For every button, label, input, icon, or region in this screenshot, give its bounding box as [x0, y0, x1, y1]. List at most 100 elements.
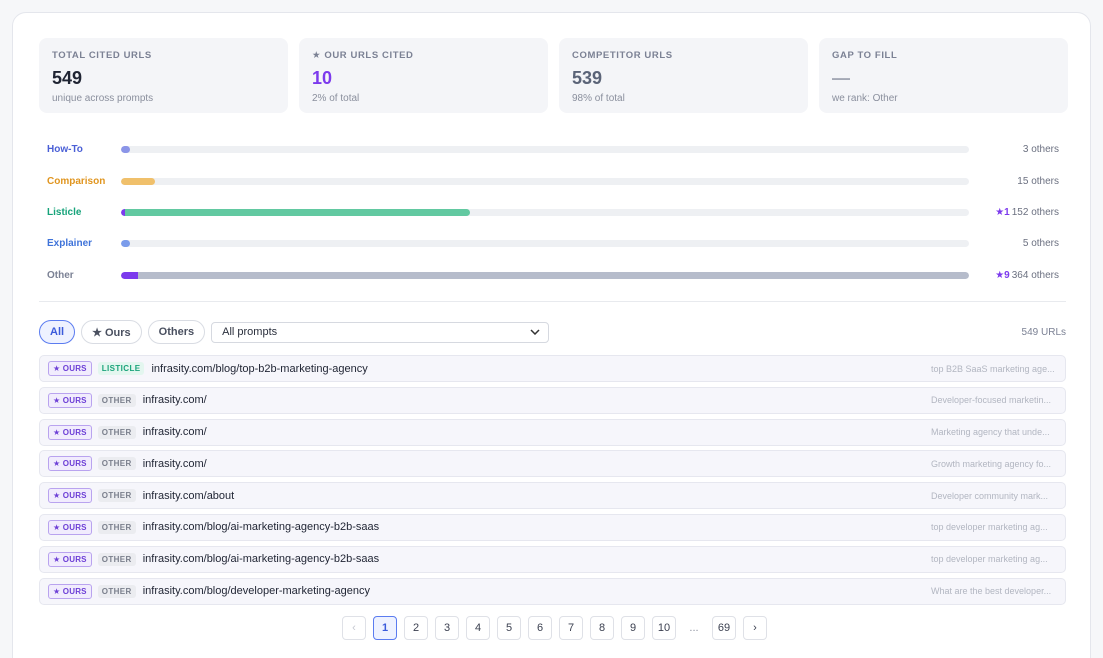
pagination-ellipsis: ...: [689, 622, 699, 634]
others-count: 5 others: [1022, 238, 1059, 250]
page-button-1[interactable]: 1: [373, 616, 397, 640]
content-type-distribution: How-To 3 others Comparison 15 others Listicl…: [47, 134, 1067, 291]
url-link[interactable]: infrasity.com/blog/ai-marketing-agency-b…: [143, 553, 379, 565]
distribution-bar-others: [121, 146, 130, 154]
ours-badge: ★ OURS: [48, 361, 92, 376]
distribution-count: 5 others: [1023, 238, 1059, 249]
ours-badge: ★ OURS: [48, 551, 92, 567]
page-button-last[interactable]: 69: [712, 616, 736, 640]
url-link[interactable]: infrasity.com/: [143, 458, 207, 470]
url-link[interactable]: infrasity.com/: [143, 394, 207, 406]
distribution-label: How-To: [47, 144, 83, 156]
stat-gap-to-fill: Gap to fill — we rank: Other: [819, 38, 1068, 113]
distribution-count: 15 others: [1017, 176, 1059, 187]
stat-sub: we rank: Other: [832, 93, 898, 104]
distribution-label: Comparison: [47, 175, 106, 187]
url-list: ★ OURS LISTICLE infrasity.com/blog/top-b2b…: [39, 355, 1066, 609]
stat-sub: unique across prompts: [52, 93, 154, 104]
page-button-2[interactable]: 2: [404, 616, 428, 640]
distribution-label: Other: [47, 269, 74, 281]
type-badge: OTHER: [97, 552, 136, 566]
stats-row: Total cited URLs 549 unique across promp…: [39, 38, 1068, 113]
url-row[interactable]: ★ OURS OTHER infrasity.com/about Developer …: [39, 482, 1066, 510]
url-link[interactable]: infrasity.com/blog/ai-marketing-agency-b…: [143, 521, 379, 533]
distribution-bar-others: [121, 240, 130, 248]
type-badge: OTHER: [97, 457, 136, 471]
distribution-track: [121, 208, 969, 216]
ours-badge: ★ OURS: [48, 424, 92, 440]
distribution-track: [121, 240, 969, 248]
distribution-row: Other ★9 364 others: [47, 260, 1067, 291]
url-link[interactable]: infrasity.com/blog/top-b2b-marketing-age…: [151, 363, 367, 375]
distribution-track: [121, 177, 969, 185]
url-link[interactable]: infrasity.com/: [143, 426, 207, 438]
prev-page-button[interactable]: ‹: [342, 616, 366, 640]
type-badge: OTHER: [97, 425, 136, 439]
filter-bar: All ★ Ours Others All prompts 549 URLs: [39, 320, 1066, 344]
distribution-count: ★1 152 others: [995, 207, 1059, 218]
page-button-5[interactable]: 5: [497, 616, 521, 640]
url-row[interactable]: ★ OURS OTHER infrasity.com/Marketing agenc…: [39, 418, 1066, 446]
divider: [39, 301, 1066, 302]
distribution-bar-others: [121, 177, 155, 185]
distribution-row: How-To 3 others: [47, 134, 1067, 165]
url-link[interactable]: infrasity.com/blog/developer-marketing-a…: [143, 585, 370, 597]
distribution-bar-ours: [121, 271, 138, 279]
distribution-track: [121, 271, 969, 279]
stat-value: —: [832, 68, 850, 88]
distribution-bar-others: [137, 271, 969, 279]
url-link[interactable]: infrasity.com/about: [143, 490, 235, 502]
ours-badge: ★ OURS: [48, 392, 92, 408]
filter-others-button[interactable]: Others: [147, 320, 206, 344]
page-button-3[interactable]: 3: [435, 616, 459, 640]
prompt-text: Developer community mark...: [931, 490, 1049, 501]
stat-our-urls: ★ Our URLs cited 10 2% of total: [299, 38, 548, 113]
ours-badge: ★ OURS: [48, 519, 92, 535]
page-button-9[interactable]: 9: [621, 616, 645, 640]
prompt-text: Developer-focused marketin...: [931, 395, 1052, 406]
stat-value: 549: [52, 68, 83, 88]
url-row[interactable]: ★ OURS OTHER infrasity.com/Developer-focus…: [39, 386, 1066, 414]
url-count: 549 URLs: [1021, 326, 1066, 338]
next-page-button[interactable]: ›: [743, 616, 767, 640]
prompt-select[interactable]: All prompts: [211, 321, 550, 343]
prompt-text: top developer marketing ag...: [931, 554, 1048, 565]
others-count: 364 others: [1011, 269, 1059, 281]
prompt-text: What are the best developer...: [931, 586, 1052, 597]
stat-total-cited: Total cited URLs 549 unique across promp…: [39, 38, 288, 113]
stat-label: Total cited URLs: [52, 50, 152, 61]
others-count: 152 others: [1011, 206, 1059, 218]
distribution-row: Explainer 5 others: [47, 228, 1067, 259]
others-count: 15 others: [1017, 175, 1059, 187]
stat-label: Gap to fill: [832, 50, 898, 61]
page-button-10[interactable]: 10: [652, 616, 676, 640]
chevron-down-icon: [530, 327, 540, 338]
url-row[interactable]: ★ OURS OTHER infrasity.com/Growth marketin…: [39, 450, 1066, 478]
prompt-text: Growth marketing agency fo...: [931, 458, 1052, 469]
filter-all-button[interactable]: All: [39, 320, 76, 344]
url-row[interactable]: ★ OURS OTHER infrasity.com/blog/ai-marketi…: [39, 545, 1066, 573]
page-button-7[interactable]: 7: [559, 616, 583, 640]
type-badge: OTHER: [97, 520, 136, 534]
url-row[interactable]: ★ OURS OTHER infrasity.com/blog/developer-…: [39, 577, 1066, 605]
citation-panel: Total cited URLs 549 unique across promp…: [12, 12, 1091, 658]
distribution-bar-others: [125, 208, 471, 216]
url-row[interactable]: ★ OURS LISTICLE infrasity.com/blog/top-b2b…: [39, 355, 1066, 382]
ours-badge: ★ OURS: [48, 583, 92, 599]
distribution-count: ★9 364 others: [995, 270, 1059, 281]
url-row[interactable]: ★ OURS OTHER infrasity.com/blog/ai-marketi…: [39, 513, 1066, 541]
ours-count: ★1: [995, 206, 1010, 218]
distribution-label: Listicle: [47, 206, 82, 218]
distribution-count: 3 others: [1023, 144, 1059, 155]
prompt-select-value: All prompts: [222, 326, 278, 338]
page-button-4[interactable]: 4: [466, 616, 490, 640]
filter-ours-button[interactable]: ★ Ours: [81, 320, 142, 344]
prompt-text: Marketing agency that unde...: [931, 427, 1050, 438]
stat-value: 539: [572, 68, 603, 88]
page-button-6[interactable]: 6: [528, 616, 552, 640]
ours-count: ★9: [995, 269, 1010, 281]
distribution-row: Listicle ★1 152 others: [47, 197, 1067, 228]
type-badge: LISTICLE: [97, 362, 145, 375]
page-button-8[interactable]: 8: [590, 616, 614, 640]
distribution-row: Comparison 15 others: [47, 165, 1067, 196]
